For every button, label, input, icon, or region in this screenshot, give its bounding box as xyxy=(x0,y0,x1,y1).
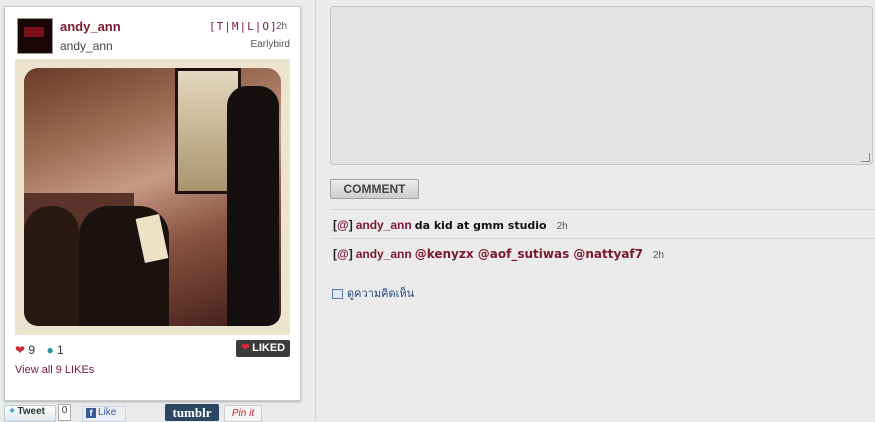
pinterest-button[interactable]: Pin it xyxy=(224,405,262,422)
photo-frame xyxy=(15,59,290,335)
comment-item: [@] andy_ann @kenyzx @aof_sutiwas @nattyaf… xyxy=(333,247,664,261)
comment-user[interactable]: andy_ann xyxy=(356,247,412,261)
divider xyxy=(330,209,875,210)
comment-time: 2h xyxy=(653,250,665,261)
comment-user[interactable]: andy_ann xyxy=(356,218,412,232)
heart-icon: ❤ xyxy=(240,342,251,354)
tweet-button[interactable]: ✦Tweet xyxy=(4,405,56,422)
comment-item: [@] andy_ann da kid at gmm studio 2h xyxy=(333,218,568,232)
comment-bubble-icon: ● xyxy=(46,343,54,357)
reply-at-link[interactable]: @ xyxy=(337,218,349,232)
column-divider xyxy=(315,0,316,421)
divider xyxy=(330,238,875,239)
reply-at-link[interactable]: @ xyxy=(337,247,349,261)
post-fullname: andy_ann xyxy=(60,39,113,53)
post-stats: ❤ 9 ● 1 xyxy=(15,343,64,357)
view-all-likes-link[interactable]: View all 9 LIKEs xyxy=(15,364,94,376)
post-username[interactable]: andy_ann xyxy=(60,19,121,34)
view-comments-link[interactable]: ดูความคิดเห็น xyxy=(332,284,414,302)
photo-person xyxy=(227,86,279,326)
avatar[interactable] xyxy=(17,18,53,54)
twitter-bird-icon: ✦ xyxy=(8,406,17,417)
resize-handle[interactable] xyxy=(861,153,870,162)
tumblr-button[interactable]: tumblr xyxy=(165,404,219,421)
tmlo-links[interactable]: [T|M|L|O] xyxy=(209,20,278,33)
comment-textarea[interactable] xyxy=(330,6,873,165)
bracket: ] xyxy=(348,218,353,232)
tweet-count: 0 xyxy=(58,404,71,421)
photo-card: andy_ann andy_ann [T|M|L|O] 2h Earlybird… xyxy=(4,6,301,401)
view-comments-label: ดูความคิดเห็น xyxy=(347,288,415,300)
comments-icon xyxy=(332,289,343,300)
filter-name: Earlybird xyxy=(250,39,290,50)
comment-mentions[interactable]: @kenyzx @aof_sutiwas @nattyaf7 xyxy=(415,247,643,261)
post-photo[interactable] xyxy=(24,68,281,326)
heart-icon: ❤ xyxy=(15,343,26,357)
comment-count: 1 xyxy=(57,343,64,357)
fb-like-label: Like xyxy=(98,407,117,418)
comment-text: da kid at gmm studio xyxy=(414,219,547,232)
facebook-icon: f xyxy=(86,408,96,418)
post-time: 2h xyxy=(276,21,288,32)
tweet-label: Tweet xyxy=(17,406,45,417)
photo-person xyxy=(24,206,79,326)
comment-time: 2h xyxy=(556,221,568,232)
facebook-like-button[interactable]: f Like xyxy=(82,406,126,422)
liked-label: LIKED xyxy=(252,342,286,354)
comment-button[interactable]: COMMENT xyxy=(330,179,419,199)
bracket: ] xyxy=(348,247,353,261)
liked-button[interactable]: ❤ LIKED xyxy=(236,340,290,357)
like-count: 9 xyxy=(28,343,36,357)
